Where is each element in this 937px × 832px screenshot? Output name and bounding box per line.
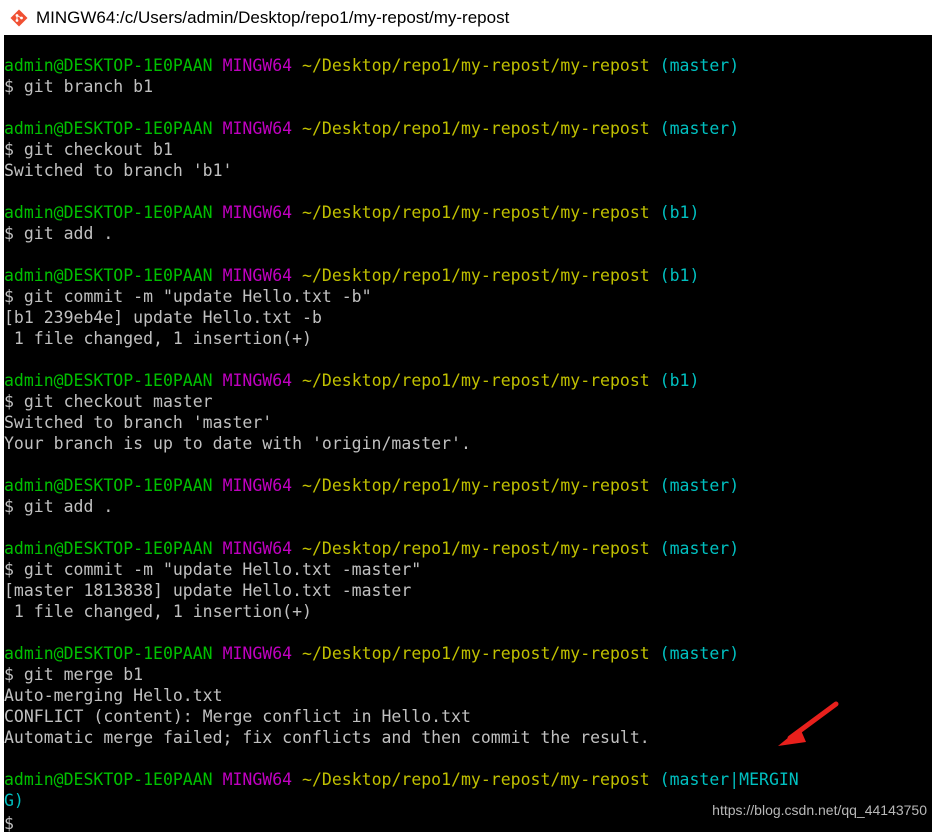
prompt-path: ~/Desktop/repo1/my-repost/my-repost bbox=[302, 119, 650, 138]
prompt-line: admin@DESKTOP-1E0PAAN MINGW64 ~/Desktop/… bbox=[4, 769, 932, 790]
title-bar[interactable]: MINGW64:/c/Users/admin/Desktop/repo1/my-… bbox=[0, 0, 937, 35]
prompt-branch: (master|MERGIN bbox=[659, 770, 799, 789]
prompt-line: admin@DESKTOP-1E0PAAN MINGW64 ~/Desktop/… bbox=[4, 538, 932, 559]
output-line: 1 file changed, 1 insertion(+) bbox=[4, 329, 312, 348]
prompt-path: ~/Desktop/repo1/my-repost/my-repost bbox=[302, 770, 650, 789]
command-line: $ git add . bbox=[4, 224, 114, 243]
prompt-line: admin@DESKTOP-1E0PAAN MINGW64 ~/Desktop/… bbox=[4, 370, 932, 391]
prompt-branch: (b1) bbox=[659, 266, 700, 285]
command-line: $ git commit -m "update Hello.txt -b" bbox=[4, 287, 372, 306]
prompt-user-host: admin@DESKTOP-1E0PAAN bbox=[4, 266, 213, 285]
prompt-shell: MINGW64 bbox=[222, 539, 293, 558]
prompt-path: ~/Desktop/repo1/my-repost/my-repost bbox=[302, 539, 650, 558]
output-line: Switched to branch 'master' bbox=[4, 413, 273, 432]
prompt-shell: MINGW64 bbox=[222, 56, 293, 75]
watermark-text: https://blog.csdn.net/qq_44143750 bbox=[712, 802, 927, 818]
window-title: MINGW64:/c/Users/admin/Desktop/repo1/my-… bbox=[36, 7, 510, 27]
prompt-shell: MINGW64 bbox=[222, 644, 293, 663]
prompt-user-host: admin@DESKTOP-1E0PAAN bbox=[4, 119, 213, 138]
command-line: $ git checkout b1 bbox=[4, 140, 173, 159]
prompt-line: admin@DESKTOP-1E0PAAN MINGW64 ~/Desktop/… bbox=[4, 643, 932, 664]
prompt-branch: (master) bbox=[659, 476, 740, 495]
prompt-branch: (master) bbox=[659, 644, 740, 663]
git-diamond-icon bbox=[10, 9, 28, 27]
prompt-path: ~/Desktop/repo1/my-repost/my-repost bbox=[302, 476, 650, 495]
prompt-user-host: admin@DESKTOP-1E0PAAN bbox=[4, 770, 213, 789]
prompt-path: ~/Desktop/repo1/my-repost/my-repost bbox=[302, 56, 650, 75]
prompt-line: admin@DESKTOP-1E0PAAN MINGW64 ~/Desktop/… bbox=[4, 202, 932, 223]
terminal-window: MINGW64:/c/Users/admin/Desktop/repo1/my-… bbox=[0, 0, 937, 832]
output-line: Your branch is up to date with 'origin/m… bbox=[4, 434, 471, 453]
command-line: $ git checkout master bbox=[4, 392, 213, 411]
prompt-branch: (master) bbox=[659, 119, 740, 138]
prompt-path: ~/Desktop/repo1/my-repost/my-repost bbox=[302, 203, 650, 222]
prompt-line: admin@DESKTOP-1E0PAAN MINGW64 ~/Desktop/… bbox=[4, 118, 932, 139]
prompt-user-host: admin@DESKTOP-1E0PAAN bbox=[4, 203, 213, 222]
prompt-user-host: admin@DESKTOP-1E0PAAN bbox=[4, 56, 213, 75]
prompt-branch: (b1) bbox=[659, 371, 700, 390]
prompt-shell: MINGW64 bbox=[222, 203, 293, 222]
prompt-line: admin@DESKTOP-1E0PAAN MINGW64 ~/Desktop/… bbox=[4, 475, 932, 496]
prompt-line: admin@DESKTOP-1E0PAAN MINGW64 ~/Desktop/… bbox=[4, 265, 932, 286]
command-line: $ git branch b1 bbox=[4, 77, 154, 96]
prompt-path: ~/Desktop/repo1/my-repost/my-repost bbox=[302, 371, 650, 390]
prompt-user-host: admin@DESKTOP-1E0PAAN bbox=[4, 371, 213, 390]
command-line: $ git commit -m "update Hello.txt -maste… bbox=[4, 560, 422, 579]
output-line: 1 file changed, 1 insertion(+) bbox=[4, 602, 312, 621]
command-line: $ git merge b1 bbox=[4, 665, 144, 684]
prompt-path: ~/Desktop/repo1/my-repost/my-repost bbox=[302, 644, 650, 663]
prompt-user-host: admin@DESKTOP-1E0PAAN bbox=[4, 644, 213, 663]
prompt-branch: (master) bbox=[659, 56, 740, 75]
prompt-shell: MINGW64 bbox=[222, 371, 293, 390]
prompt-shell: MINGW64 bbox=[222, 119, 293, 138]
prompt-branch: (b1) bbox=[659, 203, 700, 222]
output-line: [master 1813838] update Hello.txt -maste… bbox=[4, 581, 412, 600]
red-arrow-annotation bbox=[778, 701, 839, 746]
command-line: $ git add . bbox=[4, 497, 114, 516]
prompt-shell: MINGW64 bbox=[222, 770, 293, 789]
prompt-branch: (master) bbox=[659, 539, 740, 558]
prompt-user-host: admin@DESKTOP-1E0PAAN bbox=[4, 539, 213, 558]
prompt-line: admin@DESKTOP-1E0PAAN MINGW64 ~/Desktop/… bbox=[4, 55, 932, 76]
output-line: Switched to branch 'b1' bbox=[4, 161, 233, 180]
prompt-shell: MINGW64 bbox=[222, 476, 293, 495]
output-line: [b1 239eb4e] update Hello.txt -b bbox=[4, 308, 322, 327]
prompt-user-host: admin@DESKTOP-1E0PAAN bbox=[4, 476, 213, 495]
prompt-shell: MINGW64 bbox=[222, 266, 293, 285]
prompt-path: ~/Desktop/repo1/my-repost/my-repost bbox=[302, 266, 650, 285]
